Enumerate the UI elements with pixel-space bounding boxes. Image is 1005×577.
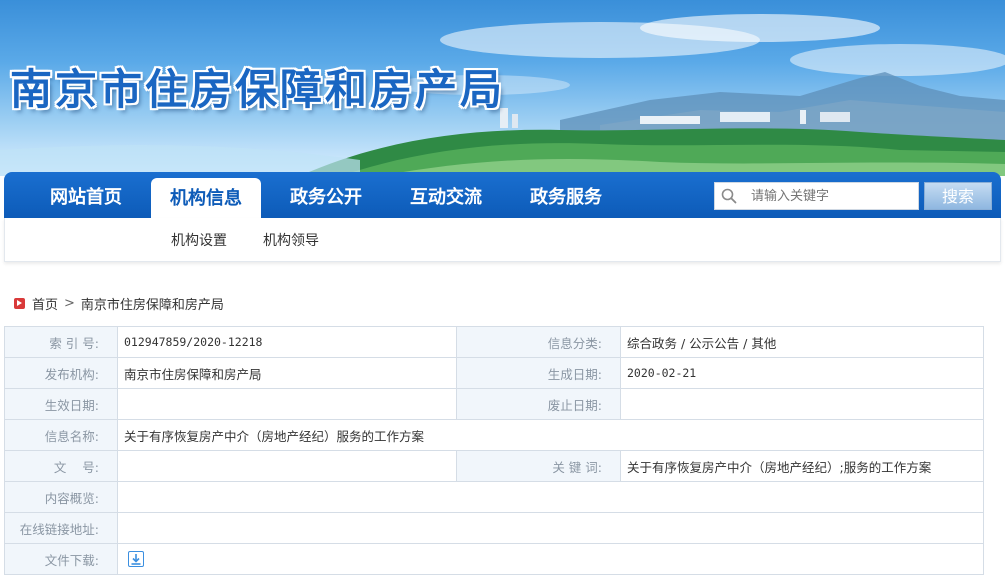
document-number-label: 文 号:	[4, 450, 118, 482]
search-box	[714, 182, 919, 210]
home-icon	[14, 298, 25, 309]
created-date-label: 生成日期:	[456, 357, 621, 389]
nav-item-home[interactable]: 网站首页	[28, 172, 144, 218]
table-row: 发布机构: 南京市住房保障和房产局 生成日期: 2020-02-21	[4, 357, 984, 389]
table-row: 生效日期: 废止日期:	[4, 388, 984, 420]
document-info-table: 索 引 号: 012947859/2020-12218 信息分类: 综合政务 /…	[4, 326, 984, 575]
effective-date-value	[117, 388, 457, 420]
subnav-item-org-leaders[interactable]: 机构领导	[263, 230, 319, 250]
breadcrumb-separator: >	[64, 296, 75, 311]
nav-item-government-affairs[interactable]: 政务公开	[268, 172, 384, 218]
table-row: 内容概览:	[4, 481, 984, 513]
online-link-label: 在线链接地址:	[4, 512, 118, 544]
nav-item-organization[interactable]: 机构信息	[151, 178, 261, 218]
keywords-value: 关于有序恢复房产中介（房地产经纪）;服务的工作方案	[620, 450, 984, 482]
created-date-value: 2020-02-21	[620, 357, 984, 389]
table-row: 在线链接地址:	[4, 512, 984, 544]
header-banner: 南京市住房保障和房产局	[0, 0, 1005, 176]
effective-date-label: 生效日期:	[4, 388, 118, 420]
main-nav: 网站首页 机构信息 政务公开 互动交流 政务服务 搜索	[4, 172, 1001, 218]
table-row: 索 引 号: 012947859/2020-12218 信息分类: 综合政务 /…	[4, 326, 984, 358]
category-label: 信息分类:	[456, 326, 621, 358]
breadcrumb-home-link[interactable]: 首页	[32, 294, 58, 313]
index-value: 012947859/2020-12218	[117, 326, 457, 358]
table-row: 文件下载:	[4, 543, 984, 575]
abolished-date-value	[620, 388, 984, 420]
sub-nav: 机构设置 机构领导	[4, 218, 1001, 262]
info-name-value: 关于有序恢复房产中介（房地产经纪）服务的工作方案	[117, 419, 984, 451]
breadcrumb-current[interactable]: 南京市住房保障和房产局	[81, 294, 224, 313]
summary-value	[117, 481, 984, 513]
site-title: 南京市住房保障和房产局	[10, 65, 506, 114]
abolished-date-label: 废止日期:	[456, 388, 621, 420]
category-value: 综合政务 / 公示公告 / 其他	[620, 326, 984, 358]
summary-label: 内容概览:	[4, 481, 118, 513]
subnav-item-org-setup[interactable]: 机构设置	[171, 230, 227, 250]
search-input[interactable]	[743, 183, 913, 209]
file-download-cell	[117, 543, 984, 575]
keywords-label: 关 键 词:	[456, 450, 621, 482]
nav-item-services[interactable]: 政务服务	[508, 172, 624, 218]
index-label: 索 引 号:	[4, 326, 118, 358]
table-row: 信息名称: 关于有序恢复房产中介（房地产经纪）服务的工作方案	[4, 419, 984, 451]
download-icon[interactable]	[128, 551, 144, 568]
table-row: 文 号: 关 键 词: 关于有序恢复房产中介（房地产经纪）;服务的工作方案	[4, 450, 984, 482]
search-icon	[715, 182, 743, 210]
document-number-value	[117, 450, 457, 482]
publisher-value: 南京市住房保障和房产局	[117, 357, 457, 389]
file-download-label: 文件下载:	[4, 543, 118, 575]
publisher-label: 发布机构:	[4, 357, 118, 389]
search-button[interactable]: 搜索	[924, 182, 992, 210]
online-link-value	[117, 512, 984, 544]
info-name-label: 信息名称:	[4, 419, 118, 451]
breadcrumb: 首页 > 南京市住房保障和房产局	[14, 294, 224, 313]
nav-item-interaction[interactable]: 互动交流	[388, 172, 504, 218]
